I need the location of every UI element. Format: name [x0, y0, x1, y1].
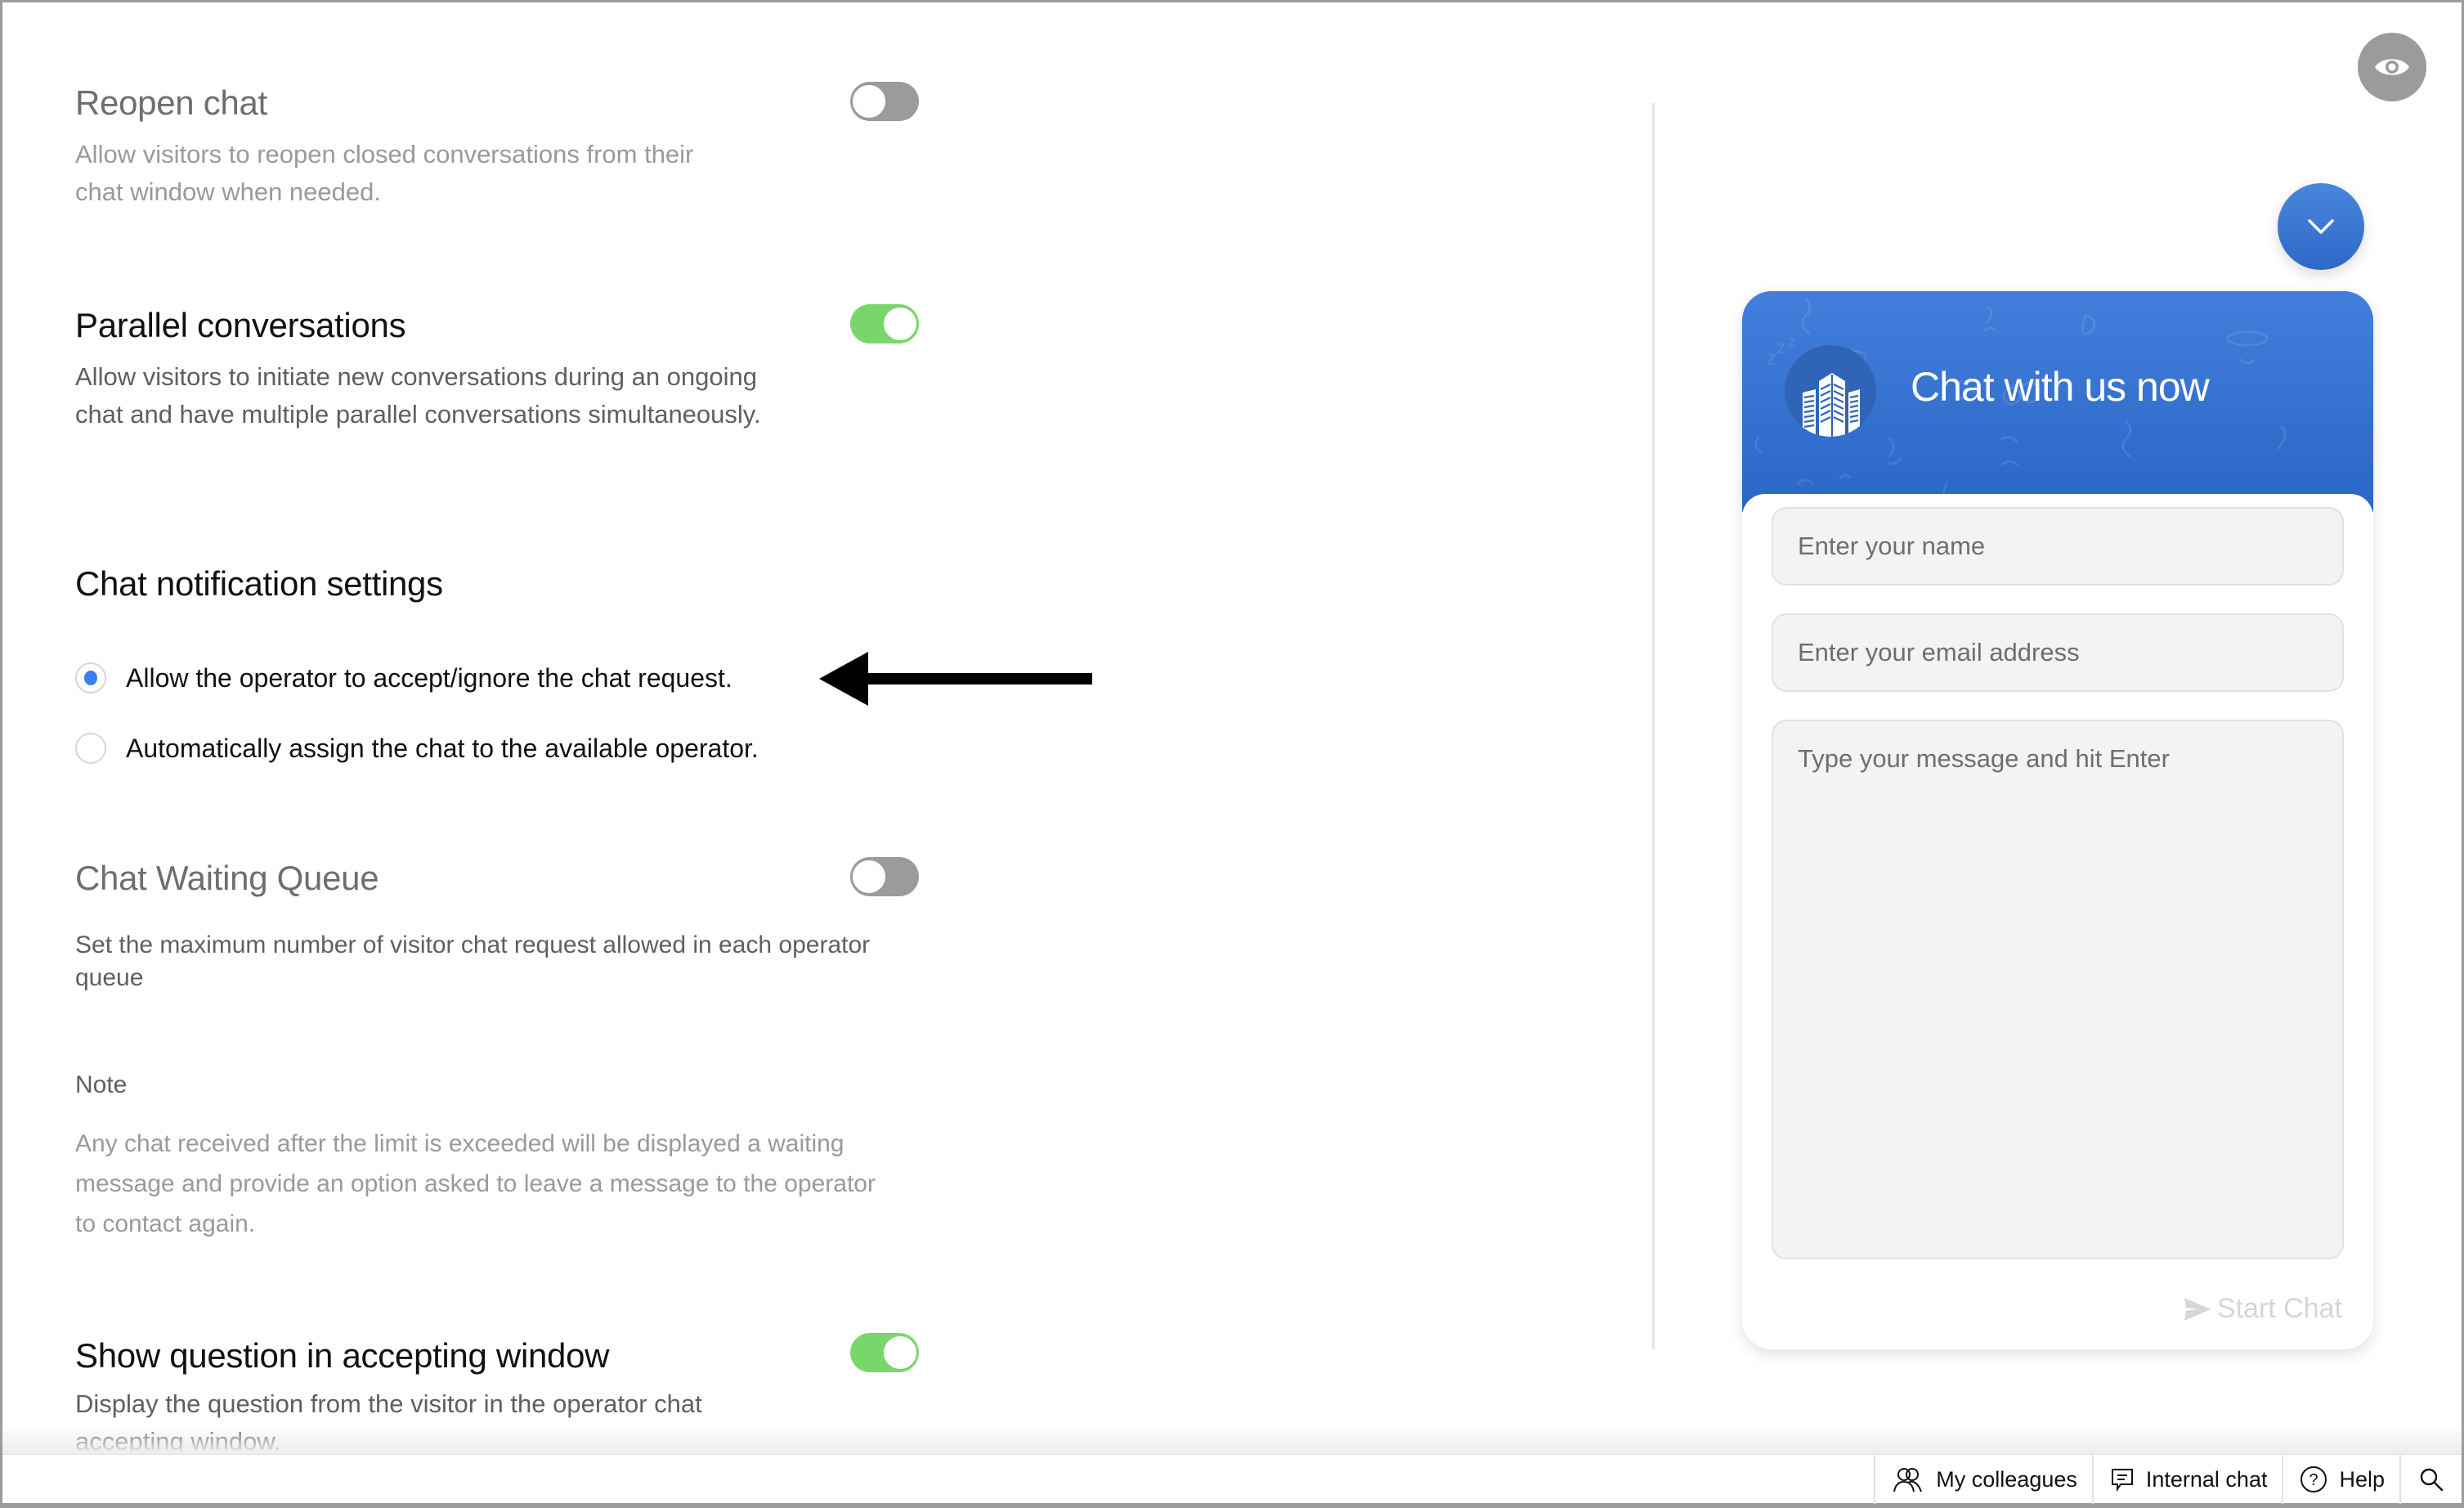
chevron-down-icon: [2307, 218, 2335, 236]
waiting-queue-title: Chat Waiting Queue: [75, 857, 942, 900]
internal-chat-button[interactable]: Internal chat: [2092, 1455, 2283, 1504]
search-button[interactable]: [2399, 1455, 2462, 1504]
notification-settings-title: Chat notification settings: [75, 563, 942, 605]
notification-settings-section: Chat notification settings: [75, 563, 942, 605]
svg-text:z: z: [1767, 348, 1776, 370]
radio-option-label: Allow the operator to accept/ignore the …: [126, 663, 732, 693]
reopen-chat-toggle[interactable]: [850, 82, 919, 121]
radio-button-selected[interactable]: [75, 662, 106, 693]
note-text: Any chat received after the limit is exc…: [75, 1124, 876, 1244]
message-textarea[interactable]: Type your message and hit Enter: [1772, 720, 2344, 1259]
chat-bubble-icon: [2110, 1467, 2135, 1492]
radio-option-accept-ignore[interactable]: Allow the operator to accept/ignore the …: [75, 662, 732, 693]
show-question-toggle[interactable]: [850, 1333, 919, 1372]
toggle-knob: [882, 306, 918, 342]
parallel-conversations-title: Parallel conversations: [75, 304, 942, 347]
email-input[interactable]: Enter your email address: [1772, 613, 2344, 692]
toggle-knob: [851, 859, 887, 895]
start-chat-label: Start Chat: [2217, 1293, 2342, 1325]
radio-option-label: Automatically assign the chat to the ava…: [126, 734, 759, 764]
reopen-chat-section: Reopen chat Allow visitors to reopen clo…: [75, 82, 942, 211]
preview-eye-button[interactable]: [2358, 33, 2426, 101]
users-icon: [1892, 1466, 1924, 1492]
pointer-arrow-icon: [818, 650, 1095, 707]
buildings-icon: [1785, 345, 1876, 437]
note-section: Any chat received after the limit is exc…: [75, 1124, 942, 1244]
svg-text:z: z: [1788, 333, 1796, 351]
parallel-conversations-section: Parallel conversations Allow visitors to…: [75, 304, 942, 433]
column-divider: [1652, 103, 1655, 1349]
my-colleagues-button[interactable]: My colleagues: [1874, 1455, 2092, 1504]
toggle-knob: [851, 83, 887, 119]
note-label: Note: [75, 1071, 127, 1099]
chat-widget-preview: z z z Chat with us now: [1742, 291, 2373, 1349]
waiting-queue-section: Chat Waiting Queue Set the maximum numbe…: [75, 857, 942, 994]
reopen-chat-title: Reopen chat: [75, 82, 942, 124]
start-chat-button[interactable]: Start Chat: [2183, 1293, 2342, 1325]
internal-chat-label: Internal chat: [2146, 1467, 2268, 1492]
toggle-knob: [882, 1335, 918, 1371]
eye-icon: [2373, 55, 2411, 79]
my-colleagues-label: My colleagues: [1936, 1467, 2077, 1492]
waiting-queue-description: Set the maximum number of visitor chat r…: [75, 929, 876, 994]
widget-header: z z z Chat with us now: [1742, 291, 2373, 512]
scroll-fade: [2, 1423, 2462, 1454]
radio-button[interactable]: [75, 733, 106, 764]
show-question-title: Show question in accepting window: [75, 1335, 942, 1377]
parallel-conversations-description: Allow visitors to initiate new conversat…: [75, 358, 770, 433]
widget-title: Chat with us now: [1911, 363, 2209, 411]
collapse-widget-button[interactable]: [2278, 183, 2364, 270]
name-input[interactable]: Enter your name: [1772, 507, 2344, 586]
search-icon: [2419, 1467, 2444, 1492]
radio-option-auto-assign[interactable]: Automatically assign the chat to the ava…: [75, 733, 759, 764]
company-avatar: [1785, 345, 1876, 437]
help-label: Help: [2339, 1467, 2385, 1492]
bottom-bar: My colleagues Internal chat ? Help: [2, 1454, 2462, 1503]
svg-text:z: z: [1776, 337, 1785, 357]
send-icon: [2183, 1296, 2212, 1322]
svg-text:?: ?: [2309, 1471, 2318, 1489]
reopen-chat-description: Allow visitors to reopen closed conversa…: [75, 136, 746, 211]
help-circle-icon: ?: [2300, 1465, 2327, 1493]
parallel-conversations-toggle[interactable]: [850, 304, 919, 343]
waiting-queue-toggle[interactable]: [850, 857, 919, 896]
help-button[interactable]: ? Help: [2282, 1455, 2399, 1504]
widget-body: Enter your name Enter your email address…: [1742, 494, 2373, 1349]
